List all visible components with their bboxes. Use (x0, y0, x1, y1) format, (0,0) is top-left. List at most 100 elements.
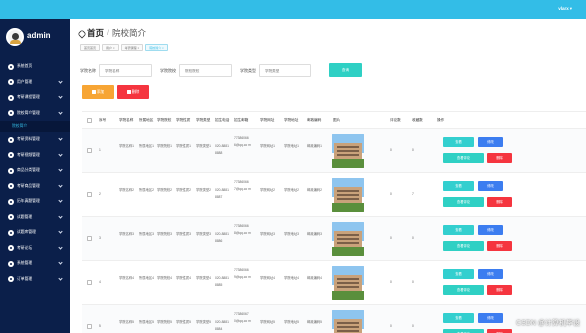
table-row: 3 学院名称3 所属地区3 学院院校3 学院性质3 学院类型3 020-8881 8886 7… (82, 217, 586, 261)
sidebar-item[interactable]: 商品分类管理 (0, 163, 70, 179)
user-menu[interactable]: vlarx▾ (558, 6, 572, 12)
college-name-input[interactable] (99, 64, 152, 77)
view-comments-button[interactable]: 查看评论 (443, 241, 484, 251)
view-comments-button[interactable]: 查看评论 (443, 285, 484, 295)
breadcrumb: 首页 / 院校简介 (78, 27, 146, 39)
college-photo (332, 266, 364, 300)
chevron-down-icon (58, 275, 63, 281)
cell-email: 77386066 9@qq.co m (234, 268, 251, 279)
tab-home[interactable]: 首页首页 (80, 44, 101, 51)
cell-site: 学院网址3 (260, 232, 276, 236)
search-button-label: 查询 (341, 68, 350, 72)
cell-phone: 020-8881 8885 (215, 276, 229, 287)
menu-icon (8, 260, 14, 267)
edit-button[interactable]: 修改 (478, 225, 503, 235)
row-delete-button[interactable]: 删除 (487, 329, 512, 333)
column-header: 学院名称 (119, 118, 134, 122)
sidebar-item[interactable]: 考研课程管理 (0, 90, 70, 106)
row-checkbox[interactable] (87, 148, 92, 153)
add-button[interactable]: 添加 (82, 85, 114, 99)
cell-nature: 学院性质2 (176, 188, 192, 192)
sidebar-item[interactable]: 院校简介管理 (0, 105, 70, 121)
search-button[interactable]: 查询 (329, 63, 362, 77)
chevron-down-icon (58, 109, 63, 115)
sidebar-item[interactable]: 试题库管理 (0, 225, 70, 241)
cell-no: 4 (99, 280, 101, 284)
column-header: 序号 (99, 118, 107, 122)
sidebar-item[interactable]: 考研商品管理 (0, 179, 70, 195)
college-type-input[interactable] (259, 64, 311, 77)
row-delete-button[interactable]: 删除 (487, 197, 512, 207)
sidebar-item-label: 试题管理 (17, 214, 33, 219)
row-delete-button[interactable]: 删除 (487, 285, 512, 295)
menu-icon (8, 167, 14, 174)
sidebar-item[interactable]: 考研资料管理 (0, 132, 70, 148)
sidebar-item[interactable]: 用户管理 (0, 75, 70, 91)
cell-comments: 0 (390, 148, 392, 152)
sidebar-item[interactable]: 考研视频管理 (0, 148, 70, 164)
sidebar-item[interactable]: 系统首页 (0, 59, 70, 75)
cell-email: 77386066 8@qq.co m (234, 224, 251, 235)
view-button[interactable]: 查看 (443, 137, 474, 147)
sidebar-item[interactable]: 历年真题管理 (0, 194, 70, 210)
view-button[interactable]: 查看 (443, 225, 474, 235)
cell-type: 学院类型4 (196, 276, 212, 280)
chevron-down-icon (58, 198, 63, 203)
cell-region: 所属地区5 (139, 320, 155, 324)
cell-phone: 020-8881 8884 (215, 320, 229, 331)
row-checkbox[interactable] (87, 324, 92, 329)
cell-school: 学院院校4 (157, 276, 173, 280)
sidebar-item-label: 考研资料管理 (17, 137, 40, 142)
plus-icon (91, 89, 96, 94)
menu-icon (8, 152, 14, 159)
sidebar-item-label: 商品分类管理 (17, 168, 40, 173)
sidebar-item[interactable]: 订单管理 (0, 272, 70, 288)
edit-button[interactable]: 修改 (478, 181, 503, 191)
tab-college-intro[interactable]: 院校简介 × (145, 44, 168, 51)
view-button[interactable]: 查看 (443, 181, 474, 191)
cell-site: 学院网址2 (260, 188, 276, 192)
sidebar-item-label: 用户管理 (17, 79, 33, 84)
column-header: 招生邮箱 (234, 118, 249, 122)
sidebar-subitem-college-intro[interactable]: 院校简介 (0, 121, 70, 132)
column-header: 学院网址 (260, 118, 275, 122)
cell-comments: 0 (390, 280, 392, 284)
edit-button[interactable]: 修改 (478, 313, 503, 323)
main-content: 首页 / 院校简介 首页首页 用户 × 考研课程 × 院校简介 × 学院名称 学… (70, 19, 586, 333)
edit-button[interactable]: 修改 (478, 137, 503, 147)
sidebar-item[interactable]: 系统管理 (0, 256, 70, 272)
sidebar-item[interactable]: 试题管理 (0, 210, 70, 226)
menu-icon (8, 110, 14, 117)
trash-icon (126, 89, 131, 94)
tab-courses[interactable]: 考研课程 × (120, 44, 144, 51)
cell-zip: 邮政编码3 (307, 232, 323, 236)
cell-school: 学院院校2 (157, 188, 173, 192)
view-comments-button[interactable]: 查看评论 (443, 197, 484, 207)
row-checkbox[interactable] (87, 236, 92, 241)
select-all-checkbox[interactable] (87, 118, 92, 123)
sidebar-item[interactable]: 考研论坛 (0, 241, 70, 257)
college-photo (332, 310, 364, 333)
row-checkbox[interactable] (87, 192, 92, 197)
cell-phone: 020-8881 8887 (215, 188, 229, 199)
view-button[interactable]: 查看 (443, 269, 474, 279)
view-button[interactable]: 查看 (443, 313, 474, 323)
sidebar-item-label: 系统首页 (17, 64, 33, 69)
breadcrumb-home[interactable]: 首页 (87, 27, 104, 39)
view-comments-button[interactable]: 查看评论 (443, 153, 484, 163)
college-school-input[interactable] (179, 64, 232, 77)
menu-icon (8, 79, 14, 86)
tab-users[interactable]: 用户 × (102, 44, 119, 51)
cell-favs: 0 (412, 236, 414, 240)
table-row: 5 学院名称5 所属地区5 学院院校5 学院性质5 学院类型5 020-8881 8884 7… (82, 305, 586, 333)
view-comments-button[interactable]: 查看评论 (443, 329, 484, 333)
row-delete-button[interactable]: 删除 (487, 153, 512, 163)
sidebar: admin 系统首页 用户管理 考研课程管理 院校简介管理 院校简介 考研资料管理 考研视频… (0, 19, 70, 333)
column-header: 图片 (333, 118, 341, 122)
search-bar: 学院名称 学院院校 学院类型 (80, 64, 311, 77)
row-delete-button[interactable]: 删除 (487, 241, 512, 251)
cell-name: 学院名称3 (119, 232, 135, 236)
delete-button[interactable]: 删除 (117, 85, 149, 99)
row-checkbox[interactable] (87, 280, 92, 285)
edit-button[interactable]: 修改 (478, 269, 503, 279)
